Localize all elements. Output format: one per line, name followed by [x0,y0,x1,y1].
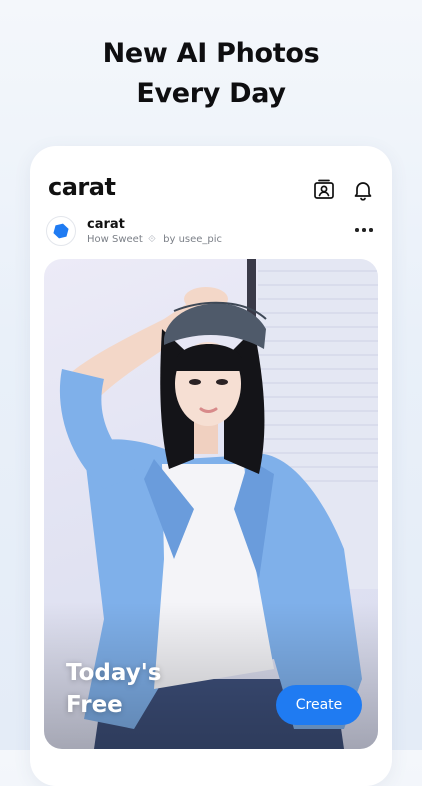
app-card: carat carat How Sweet ⟐ by usee_pic Toda… [30,146,392,786]
by-creator[interactable]: by usee_pic [163,234,222,245]
todays-free-line-2: Free [66,692,123,718]
headline: New AI Photos Every Day [0,34,422,114]
account-name[interactable]: carat [87,217,125,232]
bell-icon[interactable] [351,178,375,202]
feed-photo[interactable]: Today's Free Create [44,259,378,749]
more-icon[interactable] [354,224,374,236]
headline-line-1: New AI Photos [102,38,320,69]
style-icon: ⟐ [147,234,156,245]
carat-logo-icon [53,223,69,239]
style-name[interactable]: How Sweet [87,234,143,245]
todays-free-label: Today's Free [66,657,161,721]
profile-card-icon[interactable] [312,178,336,202]
post-header: carat How Sweet ⟐ by usee_pic [46,216,376,250]
create-button[interactable]: Create [276,685,362,725]
todays-free-line-1: Today's [66,660,162,686]
app-logo: carat [48,173,116,201]
headline-line-2: Every Day [136,78,286,109]
account-avatar[interactable] [46,216,76,246]
post-meta: How Sweet ⟐ by usee_pic [87,234,222,245]
